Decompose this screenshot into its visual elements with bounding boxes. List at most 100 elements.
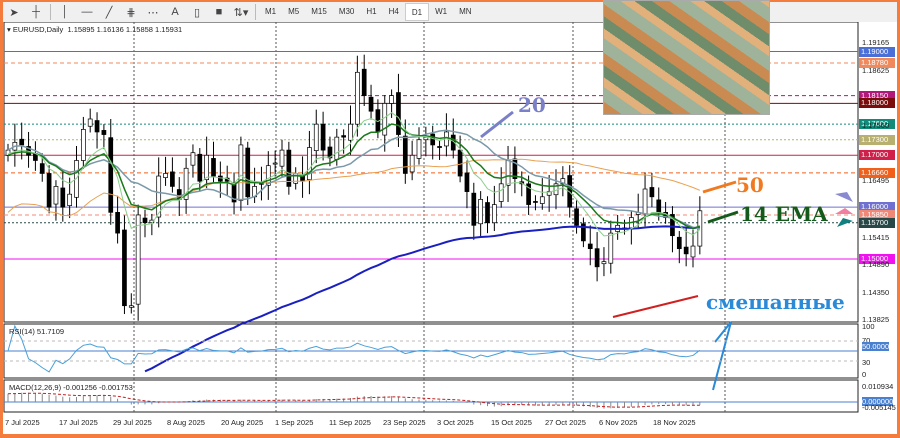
candle-body xyxy=(471,192,477,226)
candle-body xyxy=(142,217,148,224)
date-tick: 29 Jul 2025 xyxy=(113,418,152,427)
candle-body xyxy=(656,199,662,213)
timeframe-h1[interactable]: H1 xyxy=(360,3,382,21)
candle-body xyxy=(368,96,374,112)
price-tick: 1.14350 xyxy=(862,287,890,297)
candle-body xyxy=(690,245,696,258)
ma50-annotation: 50 xyxy=(736,173,764,197)
candle-body xyxy=(478,199,483,225)
trendline-icon[interactable]: ╱ xyxy=(98,3,120,21)
candle-body xyxy=(53,186,59,205)
candle-body xyxy=(334,136,340,160)
candle-body xyxy=(19,138,25,146)
ema14-annotation: 14 EMA xyxy=(740,202,828,226)
rsi-tick: 30 xyxy=(862,358,871,367)
fibonacci-icon[interactable]: ⋕ xyxy=(120,3,142,21)
candle-body xyxy=(170,171,175,187)
price-tick: 1.17560 xyxy=(862,121,890,131)
timeframe-m15[interactable]: M15 xyxy=(305,3,333,21)
date-tick: 6 Nov 2025 xyxy=(599,418,638,427)
cursor-icon[interactable]: ➤ xyxy=(3,3,25,21)
candle-body xyxy=(382,103,388,136)
date-tick: 11 Sep 2025 xyxy=(329,418,371,427)
date-tick: 27 Oct 2025 xyxy=(545,418,586,427)
timeframe-mn[interactable]: MN xyxy=(453,3,477,21)
candle-body xyxy=(218,175,223,182)
vertical-line-icon[interactable]: │ xyxy=(54,3,76,21)
candle-body xyxy=(464,172,470,192)
timeframe-h4[interactable]: H4 xyxy=(383,3,405,21)
timeframe-d1[interactable]: D1 xyxy=(404,3,430,21)
candle-body xyxy=(115,212,120,234)
text-icon[interactable]: A xyxy=(164,3,186,21)
candle-body xyxy=(238,144,244,201)
price-level-tag: 1.17300 xyxy=(859,134,895,145)
horizontal-line-icon[interactable]: — xyxy=(76,3,98,21)
timeframe-w1[interactable]: W1 xyxy=(429,3,453,21)
date-tick: 15 Oct 2025 xyxy=(491,418,532,427)
candle-body xyxy=(676,236,682,250)
candle-body xyxy=(108,137,114,213)
macd-label: MACD(12,26,9) -0.001256 -0.001753 xyxy=(9,383,133,392)
price-tick: 1.16495 xyxy=(862,176,890,186)
ma-blue-line xyxy=(144,225,700,373)
price-level-tag: 1.15700 xyxy=(859,217,895,228)
candle-body xyxy=(204,154,209,181)
timeframe-m5[interactable]: M5 xyxy=(282,3,305,21)
arrow-ema-icon xyxy=(707,210,739,224)
candle-body xyxy=(642,188,648,215)
red-trend-line xyxy=(612,295,699,318)
price-level-tag: 1.19000 xyxy=(859,46,895,57)
candle-body xyxy=(163,173,168,178)
arrow-1585-icon xyxy=(835,208,853,214)
candle-body xyxy=(649,187,655,198)
ma20-annotation: 20 xyxy=(518,93,546,117)
macd-signal-line xyxy=(7,392,700,408)
text-label-icon[interactable]: ▯ xyxy=(186,3,208,21)
macd-tick: -0.005145 xyxy=(862,403,896,412)
candle-body xyxy=(608,232,614,264)
rectangle-icon[interactable]: ■ xyxy=(208,3,230,21)
date-tick: 8 Aug 2025 xyxy=(167,418,205,427)
candle-body xyxy=(101,130,107,135)
candle-body xyxy=(46,173,52,208)
timeframe-m30[interactable]: M30 xyxy=(333,3,361,21)
candle-body xyxy=(60,187,66,208)
price-level-tag: 1.17000 xyxy=(859,150,895,161)
candle-body xyxy=(409,154,415,173)
arrows-icon[interactable]: ⇅▾ xyxy=(230,3,252,21)
rsi-tick: 0 xyxy=(862,370,867,379)
grid-icon[interactable]: ⋯ xyxy=(142,3,164,21)
date-tick: 3 Oct 2025 xyxy=(437,418,474,427)
candle-body xyxy=(122,229,127,307)
rsi-tick: 100 xyxy=(862,322,875,331)
candle-body xyxy=(594,248,600,268)
candle-body xyxy=(87,118,93,127)
candle-body xyxy=(492,204,497,224)
date-tick: 17 Jul 2025 xyxy=(59,418,98,427)
timeframe-m1[interactable]: M1 xyxy=(259,3,282,21)
ohlc-values: 1.15895 1.16136 1.15858 1.15931 xyxy=(67,25,183,34)
candle-body xyxy=(94,120,100,133)
candle-body xyxy=(683,246,689,255)
candle-body xyxy=(574,208,579,226)
date-tick: 7 Jul 2025 xyxy=(5,418,40,427)
candle-body xyxy=(348,123,353,141)
chart-header: ▾ EURUSD,Daily 1.15895 1.16136 1.15858 1… xyxy=(7,25,183,34)
candle-body xyxy=(430,133,436,146)
candle-body xyxy=(128,305,134,308)
crosshair-icon[interactable]: ┼ xyxy=(25,3,47,21)
candle-body xyxy=(457,149,463,177)
candle-body xyxy=(539,196,545,204)
candle-body xyxy=(416,139,422,159)
price-tick: 1.18625 xyxy=(862,66,890,75)
arrow-160-icon xyxy=(835,192,853,202)
arrow-50-icon xyxy=(702,180,737,194)
mixed-annotation: смешанные xyxy=(706,290,845,314)
money-photo xyxy=(603,0,770,115)
candle-body xyxy=(135,214,141,305)
candle-body xyxy=(313,123,319,151)
candle-body xyxy=(361,68,367,96)
candle-body xyxy=(67,193,73,206)
candle-body xyxy=(190,152,196,166)
